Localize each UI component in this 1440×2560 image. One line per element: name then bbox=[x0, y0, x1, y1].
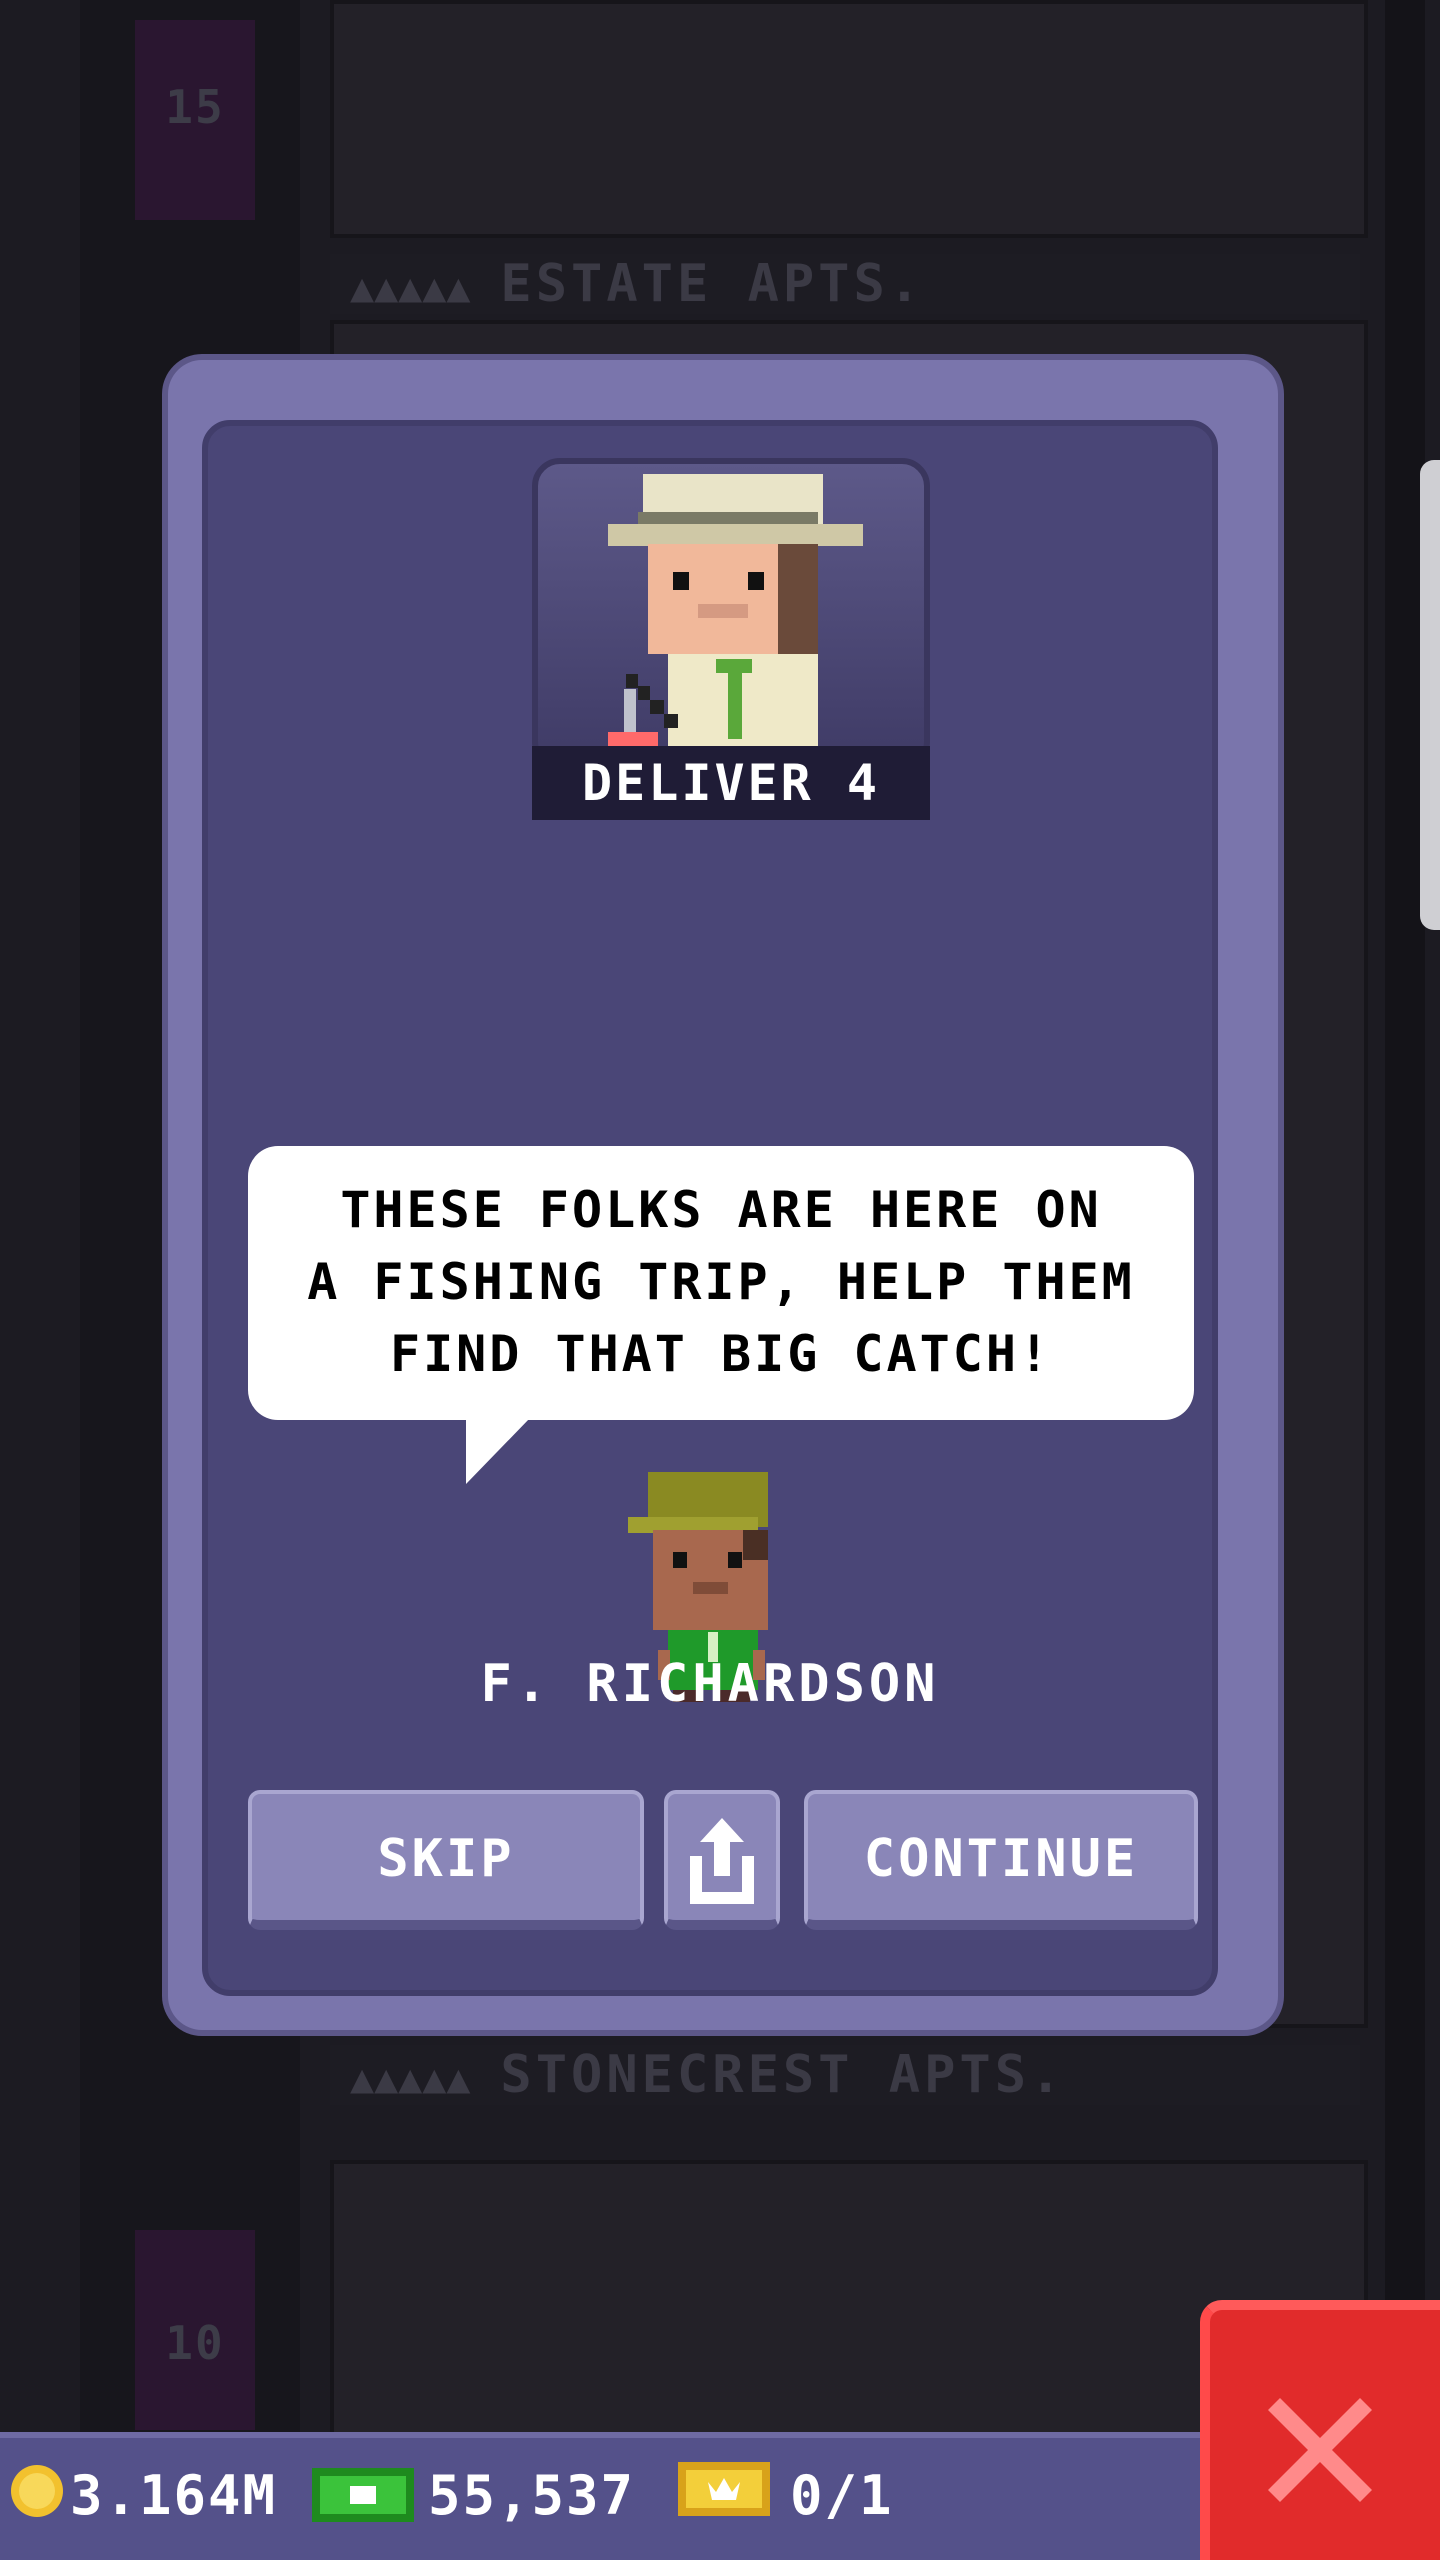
floor-room-top bbox=[330, 0, 1368, 238]
mission-portrait-frame bbox=[532, 458, 930, 770]
speech-line-1: THESE FOLKS ARE HERE ON bbox=[340, 1181, 1102, 1239]
bux-icon bbox=[312, 2468, 414, 2522]
skip-button[interactable]: SKIP bbox=[248, 1790, 644, 1930]
continue-button[interactable]: CONTINUE bbox=[804, 1790, 1198, 1930]
mission-dialog-body: DELIVER 4 THESE FOLKS ARE HERE ON A FISH… bbox=[202, 420, 1218, 1996]
scroll-rail bbox=[1385, 0, 1425, 2450]
share-icon bbox=[690, 1818, 754, 1904]
share-button[interactable] bbox=[664, 1790, 780, 1930]
floor-number-10: 10 bbox=[165, 2316, 225, 2370]
floor-number-15: 15 bbox=[165, 80, 225, 134]
speech-bubble: THESE FOLKS ARE HERE ON A FISHING TRIP, … bbox=[248, 1146, 1194, 1420]
speaker-name: F. RICHARDSON bbox=[480, 1654, 940, 1714]
floor-sign-label: STONECREST APTS. bbox=[500, 2045, 1066, 2105]
coin-count: 3.164M bbox=[70, 2464, 278, 2527]
close-icon bbox=[1268, 2398, 1372, 2502]
side-panel-handle[interactable] bbox=[1420, 460, 1440, 930]
floor-sign-stonecrest: ▲▲▲▲▲ STONECREST APTS. bbox=[330, 2045, 1360, 2105]
people-icons: ▲▲▲▲▲ bbox=[350, 265, 471, 311]
floor-sign-label: ESTATE APTS. bbox=[500, 254, 925, 314]
floor-sign-estate: ▲▲▲▲▲ ESTATE APTS. bbox=[330, 254, 1360, 314]
resource-bar: 3.164M 55,537 0/1 bbox=[0, 2432, 1210, 2560]
vip-count: 0/1 bbox=[790, 2464, 894, 2527]
speech-bubble-tail bbox=[466, 1418, 530, 1484]
mission-dialog: DELIVER 4 THESE FOLKS ARE HERE ON A FISH… bbox=[168, 360, 1278, 2030]
mission-objective-label: DELIVER 4 bbox=[532, 746, 930, 820]
speech-line-2: A FISHING TRIP, HELP THEM bbox=[307, 1253, 1135, 1311]
close-button[interactable] bbox=[1200, 2300, 1440, 2560]
golden-ticket-icon bbox=[678, 2462, 770, 2516]
fisherman-bitizen-icon bbox=[608, 474, 863, 764]
bux-count: 55,537 bbox=[428, 2464, 636, 2527]
coin-icon bbox=[11, 2465, 63, 2517]
speech-line-3: FIND THAT BIG CATCH! bbox=[389, 1325, 1053, 1383]
people-icons: ▲▲▲▲▲ bbox=[350, 2056, 471, 2102]
